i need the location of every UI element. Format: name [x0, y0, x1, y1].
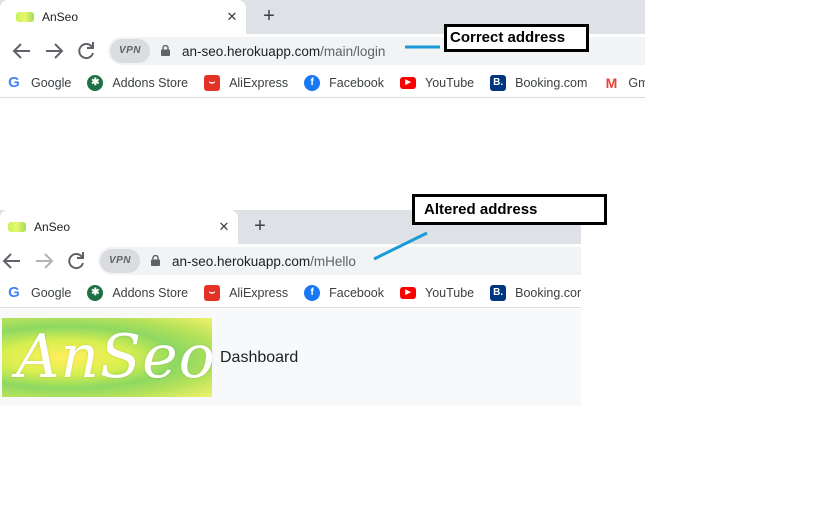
callout-correct-address: Correct address — [444, 24, 589, 52]
callout-altered-address: Altered address — [412, 194, 607, 225]
annotation-lines — [373, 45, 440, 261]
altered-connector-line — [373, 231, 428, 261]
